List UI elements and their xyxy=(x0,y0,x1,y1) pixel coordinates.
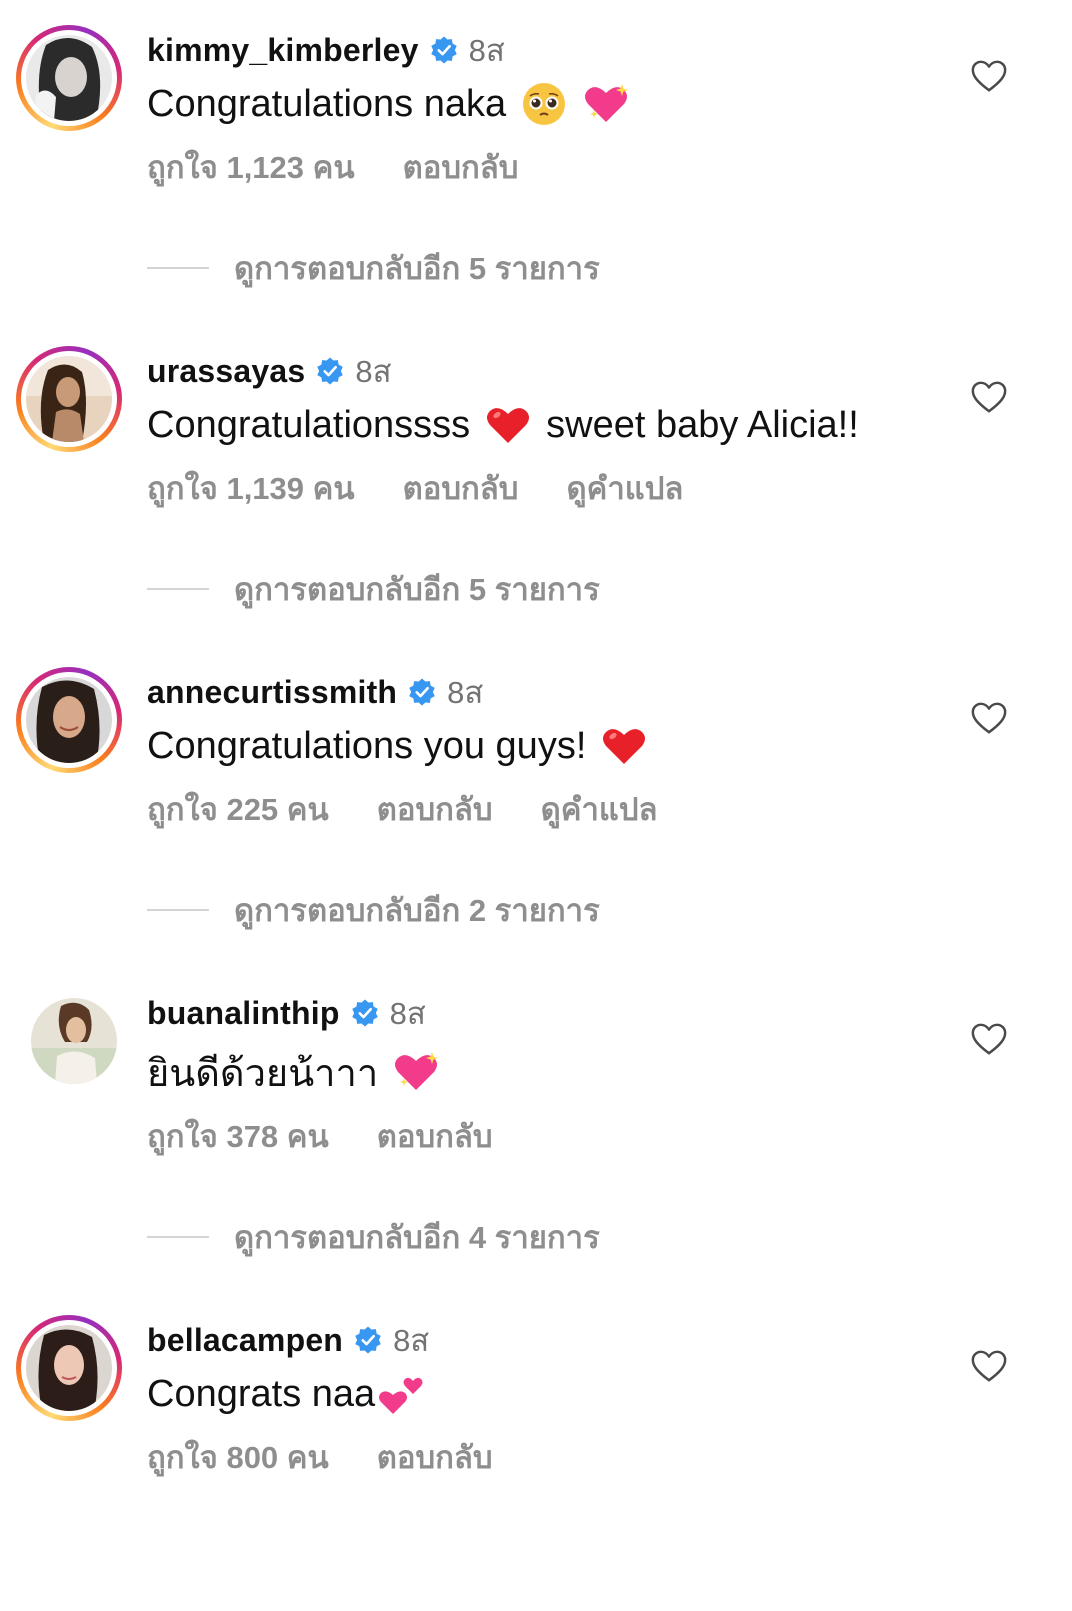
pleading-face-emoji xyxy=(520,80,568,128)
view-replies-label[interactable]: ดูการตอบกลับอีก 5 รายการ xyxy=(234,243,600,293)
translate-button[interactable]: ดูคำแปล xyxy=(566,463,683,513)
avatar[interactable] xyxy=(26,356,112,442)
comment-item: buanalinthip 8ส ยินดีด้วยน้าาา ถูกใจ 378… xyxy=(0,963,1072,1284)
reply-button[interactable]: ตอบกลับ xyxy=(403,142,519,192)
reply-button[interactable]: ตอบกลับ xyxy=(377,1432,493,1482)
verified-badge-icon xyxy=(315,356,345,386)
view-replies-button[interactable]: ดูการตอบกลับอีก 4 รายการ xyxy=(147,1215,600,1259)
username[interactable]: annecurtissmith xyxy=(147,674,397,711)
comment-text: ยินดีด้วยน้าาา xyxy=(147,1052,379,1095)
comment-item: bellacampen 8ส Congrats naa ถูกใจ 800 คน… xyxy=(0,1290,1072,1611)
verified-badge-icon xyxy=(407,677,437,707)
comment-time: 8ส xyxy=(447,675,484,710)
like-count[interactable]: ถูกใจ 225 คน xyxy=(147,784,329,834)
heart-icon[interactable] xyxy=(970,1021,1008,1059)
view-replies-button[interactable]: ดูการตอบกลับอีก 5 รายการ xyxy=(147,246,600,290)
story-ring[interactable] xyxy=(16,25,122,131)
sparkling-heart-emoji xyxy=(392,1048,440,1096)
like-count[interactable]: ถูกใจ 378 คน xyxy=(147,1111,329,1161)
heart-icon[interactable] xyxy=(970,1348,1008,1386)
comment-item: kimmy_kimberley 8ส Congratulations naka … xyxy=(0,0,1072,321)
heart-icon[interactable] xyxy=(970,379,1008,417)
sparkling-heart-emoji xyxy=(582,80,630,128)
divider-line xyxy=(147,1236,209,1238)
verified-badge-icon xyxy=(353,1325,383,1355)
like-count[interactable]: ถูกใจ 1,123 คน xyxy=(147,142,355,192)
heart-icon[interactable] xyxy=(970,700,1008,738)
avatar-frame[interactable] xyxy=(16,988,122,1094)
translate-button[interactable]: ดูคำแปล xyxy=(541,784,658,834)
username[interactable]: buanalinthip xyxy=(147,995,340,1032)
username[interactable]: kimmy_kimberley xyxy=(147,32,419,69)
comment-time: 8ส xyxy=(468,33,505,68)
verified-badge-icon xyxy=(350,998,380,1028)
story-ring[interactable] xyxy=(16,1315,122,1421)
red-heart-emoji xyxy=(484,401,532,449)
comment-time: 8ส xyxy=(393,1323,430,1358)
comment-item: urassayas 8ส Congratulationssss sweet ba… xyxy=(0,321,1072,642)
comment-text: Congratulationssss xyxy=(147,403,471,446)
comment-time: 8ส xyxy=(389,996,426,1031)
avatar[interactable] xyxy=(31,998,117,1084)
comment-text: Congratulations you guys! xyxy=(147,724,587,767)
red-heart-emoji xyxy=(600,722,648,770)
comment-text: Congratulations naka xyxy=(147,82,507,125)
divider-line xyxy=(147,909,209,911)
reply-button[interactable]: ตอบกลับ xyxy=(377,1111,493,1161)
view-replies-label[interactable]: ดูการตอบกลับอีก 4 รายการ xyxy=(234,1212,600,1262)
heart-icon[interactable] xyxy=(970,58,1008,96)
avatar[interactable] xyxy=(26,1325,112,1411)
view-replies-label[interactable]: ดูการตอบกลับอีก 5 รายการ xyxy=(234,564,600,614)
avatar[interactable] xyxy=(26,35,112,121)
verified-badge-icon xyxy=(429,35,459,65)
story-ring[interactable] xyxy=(16,346,122,452)
reply-button[interactable]: ตอบกลับ xyxy=(403,463,519,513)
comment-text: Congrats naa xyxy=(147,1372,376,1415)
username[interactable]: bellacampen xyxy=(147,1322,343,1359)
avatar[interactable] xyxy=(26,677,112,763)
view-replies-button[interactable]: ดูการตอบกลับอีก 5 รายการ xyxy=(147,567,600,611)
divider-line xyxy=(147,267,209,269)
reply-button[interactable]: ตอบกลับ xyxy=(377,784,493,834)
story-ring[interactable] xyxy=(16,667,122,773)
like-count[interactable]: ถูกใจ 1,139 คน xyxy=(147,463,355,513)
divider-line xyxy=(147,588,209,590)
view-replies-label[interactable]: ดูการตอบกลับอีก 2 รายการ xyxy=(234,885,600,935)
comment-text-continued: sweet baby Alicia!! xyxy=(546,403,859,446)
view-replies-button[interactable]: ดูการตอบกลับอีก 2 รายการ xyxy=(147,888,600,932)
comment-item: annecurtissmith 8ส Congratulations you g… xyxy=(0,642,1072,963)
comment-time: 8ส xyxy=(355,354,392,389)
like-count[interactable]: ถูกใจ 800 คน xyxy=(147,1432,329,1482)
two-hearts-emoji xyxy=(377,1370,425,1418)
username[interactable]: urassayas xyxy=(147,353,305,390)
